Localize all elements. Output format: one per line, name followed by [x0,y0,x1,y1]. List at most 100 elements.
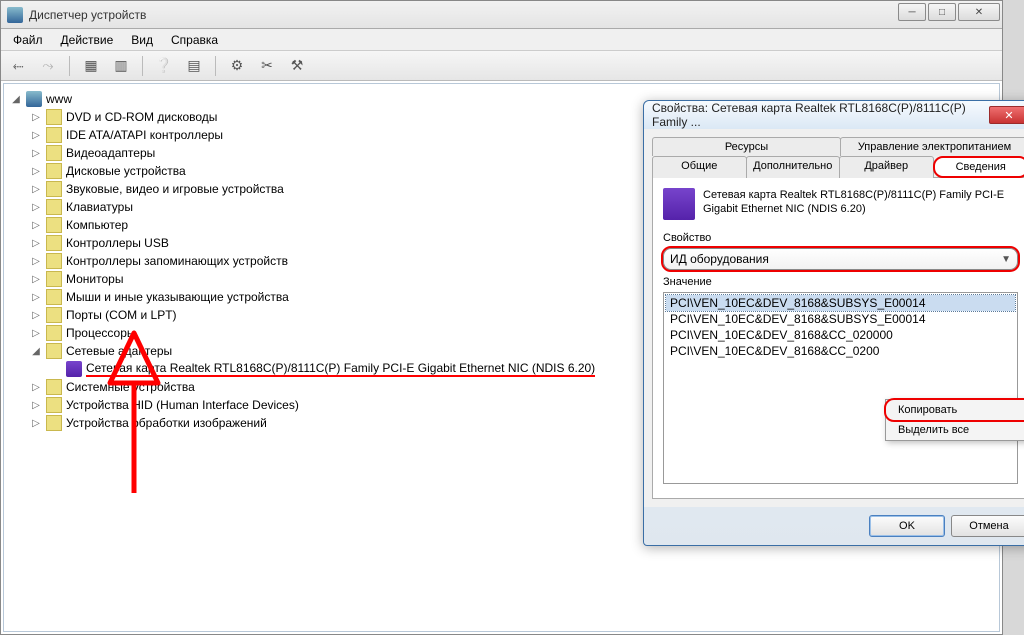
menu-file[interactable]: Файл [5,31,51,49]
toolbar-btn-4[interactable]: ⚒ [286,55,308,77]
nic-icon [66,361,82,377]
dialog-close-button[interactable]: ✕ [989,106,1024,124]
device-category-icon [46,199,62,215]
menu-help[interactable]: Справка [163,31,226,49]
back-button[interactable]: ⬸ [7,55,29,77]
tab-driver[interactable]: Драйвер [839,156,934,178]
category-label: Сетевые адаптеры [66,344,172,358]
tab-row-1: Ресурсы Управление электропитанием [652,137,1024,156]
expand-icon[interactable]: ▷ [30,400,42,411]
category-label: Порты (COM и LPT) [66,308,177,322]
device-info-row: Сетевая карта Realtek RTL8168C(P)/8111C(… [663,188,1018,220]
tab-advanced[interactable]: Дополнительно [746,156,841,178]
tab-resources[interactable]: Ресурсы [652,137,841,156]
device-category-icon [46,145,62,161]
category-label: Клавиатуры [66,200,133,214]
app-icon [7,7,23,23]
category-label: Звуковые, видео и игровые устройства [66,182,284,196]
menu-action[interactable]: Действие [53,31,122,49]
chevron-down-icon: ▼ [1001,254,1011,265]
category-label: Процессоры [66,326,136,340]
expand-icon[interactable]: ▷ [30,328,42,339]
dialog-body: Ресурсы Управление электропитанием Общие… [644,129,1024,507]
value-label: Значение [663,276,1018,288]
expand-icon[interactable]: ▷ [30,238,42,249]
toolbar-btn-2[interactable]: ▥ [110,55,132,77]
tab-row-2: Общие Дополнительно Драйвер Сведения [652,156,1024,178]
expand-icon[interactable]: ▷ [30,112,42,123]
separator [142,56,143,76]
list-item[interactable]: PCI\VEN_10EC&DEV_8168&CC_0200 [666,343,1015,359]
scan-hardware-button[interactable]: ⚙ [226,55,248,77]
device-category-icon [46,271,62,287]
expand-icon[interactable]: ▷ [30,130,42,141]
expand-icon[interactable]: ▷ [30,292,42,303]
list-item[interactable]: PCI\VEN_10EC&DEV_8168&SUBSYS_E00014 [666,311,1015,327]
expand-icon[interactable]: ▷ [30,382,42,393]
category-label: Системные устройства [66,380,195,394]
selected-device-label: Сетевая карта Realtek RTL8168C(P)/8111C(… [86,361,595,377]
properties-dialog: Свойства: Сетевая карта Realtek RTL8168C… [643,100,1024,546]
device-category-icon [46,325,62,341]
ok-button[interactable]: OK [869,515,945,537]
menubar: Файл Действие Вид Справка [1,29,1002,51]
expand-icon[interactable]: ▷ [30,256,42,267]
close-button[interactable]: ✕ [958,3,1000,21]
toolbar-btn-3[interactable]: ▤ [183,55,205,77]
category-label: Устройства обработки изображений [66,416,267,430]
separator [215,56,216,76]
expand-icon[interactable]: ▷ [30,202,42,213]
device-category-icon [46,127,62,143]
expand-icon[interactable]: ▷ [30,274,42,285]
device-category-icon [46,415,62,431]
cancel-button[interactable]: Отмена [951,515,1024,537]
expand-icon[interactable]: ▷ [30,310,42,321]
expand-icon[interactable]: ▷ [30,184,42,195]
property-dropdown[interactable]: ИД оборудования ▼ [663,248,1018,270]
tab-general[interactable]: Общие [652,156,747,178]
context-copy[interactable]: Копировать [886,400,1024,420]
uninstall-button[interactable]: ✂ [256,55,278,77]
category-label: Контроллеры запоминающих устройств [66,254,288,268]
category-label: Компьютер [66,218,128,232]
dialog-buttons: OK Отмена [644,507,1024,545]
context-menu: Копировать Выделить все [885,399,1024,441]
device-category-icon [46,343,62,359]
device-category-icon [46,307,62,323]
dialog-titlebar: Свойства: Сетевая карта Realtek RTL8168C… [644,101,1024,129]
help-button[interactable]: ❔ [153,55,175,77]
category-label: IDE ATA/ATAPI контроллеры [66,128,223,142]
expand-icon[interactable]: ▷ [30,220,42,231]
tab-details[interactable]: Сведения [933,156,1024,178]
tab-power[interactable]: Управление электропитанием [840,137,1024,156]
minimize-button[interactable]: ─ [898,3,926,21]
device-category-icon [46,397,62,413]
expand-icon[interactable]: ▷ [30,418,42,429]
category-label: Дисковые устройства [66,164,186,178]
expand-icon[interactable]: ▷ [30,148,42,159]
list-item[interactable]: PCI\VEN_10EC&DEV_8168&CC_020000 [666,327,1015,343]
forward-button[interactable]: ⤳ [37,55,59,77]
hardware-ids-listbox[interactable]: PCI\VEN_10EC&DEV_8168&SUBSYS_E00014 PCI\… [663,292,1018,484]
context-select-all[interactable]: Выделить все [886,420,1024,440]
menu-view[interactable]: Вид [123,31,161,49]
collapse-icon[interactable]: ◢ [30,346,42,357]
device-category-icon [46,379,62,395]
category-label: Мыши и иные указывающие устройства [66,290,289,304]
dialog-title-text: Свойства: Сетевая карта Realtek RTL8168C… [652,101,989,129]
category-label: Видеоадаптеры [66,146,155,160]
root-label: www [46,92,72,106]
expand-icon[interactable]: ▷ [30,166,42,177]
list-item[interactable]: PCI\VEN_10EC&DEV_8168&SUBSYS_E00014 [666,295,1015,311]
maximize-button[interactable]: □ [928,3,956,21]
device-category-icon [46,217,62,233]
device-category-icon [46,163,62,179]
collapse-icon[interactable]: ◢ [10,94,22,105]
window-title: Диспетчер устройств [29,8,996,22]
category-label: Контроллеры USB [66,236,169,250]
category-label: DVD и CD-ROM дисководы [66,110,217,124]
toolbar-btn-1[interactable]: ▦ [80,55,102,77]
device-name-text: Сетевая карта Realtek RTL8168C(P)/8111C(… [703,188,1018,217]
toolbar: ⬸ ⤳ ▦ ▥ ❔ ▤ ⚙ ✂ ⚒ [1,51,1002,81]
computer-icon [26,91,42,107]
